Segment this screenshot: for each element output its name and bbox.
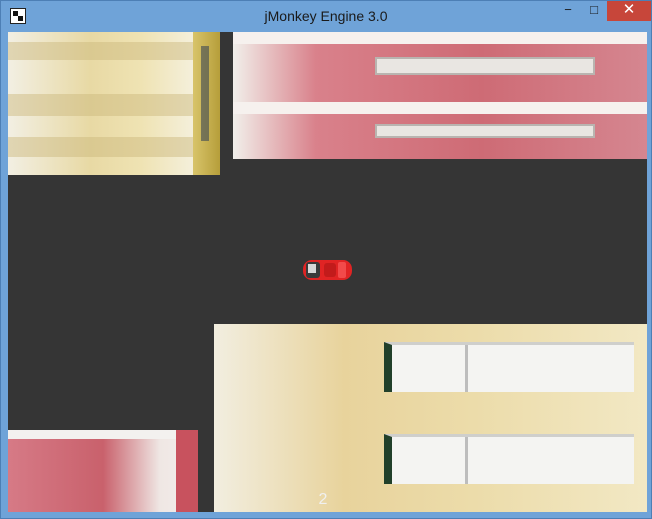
hud-counter: 2 — [318, 491, 328, 508]
window-row — [375, 57, 595, 75]
building-red-bottom-left — [8, 430, 198, 512]
game-viewport[interactable]: 2 — [8, 32, 647, 512]
game-window: jMonkey Engine 3.0 − □ ✕ 2 — [0, 0, 652, 519]
close-button[interactable]: ✕ — [607, 1, 651, 21]
window-row — [384, 434, 634, 484]
maximize-button[interactable]: □ — [581, 1, 607, 21]
building-yellow-top-left — [8, 32, 213, 175]
title-bar[interactable]: jMonkey Engine 3.0 − □ ✕ — [1, 1, 651, 32]
building-red-top-right — [233, 32, 647, 159]
window-row — [375, 124, 595, 138]
minimize-button[interactable]: − — [555, 1, 581, 21]
building-yellow-bottom-right — [214, 324, 647, 512]
building-yellow-top-left-side — [193, 32, 220, 175]
window-row — [384, 342, 634, 392]
player-car — [303, 260, 352, 280]
window-title: jMonkey Engine 3.0 — [264, 8, 388, 24]
